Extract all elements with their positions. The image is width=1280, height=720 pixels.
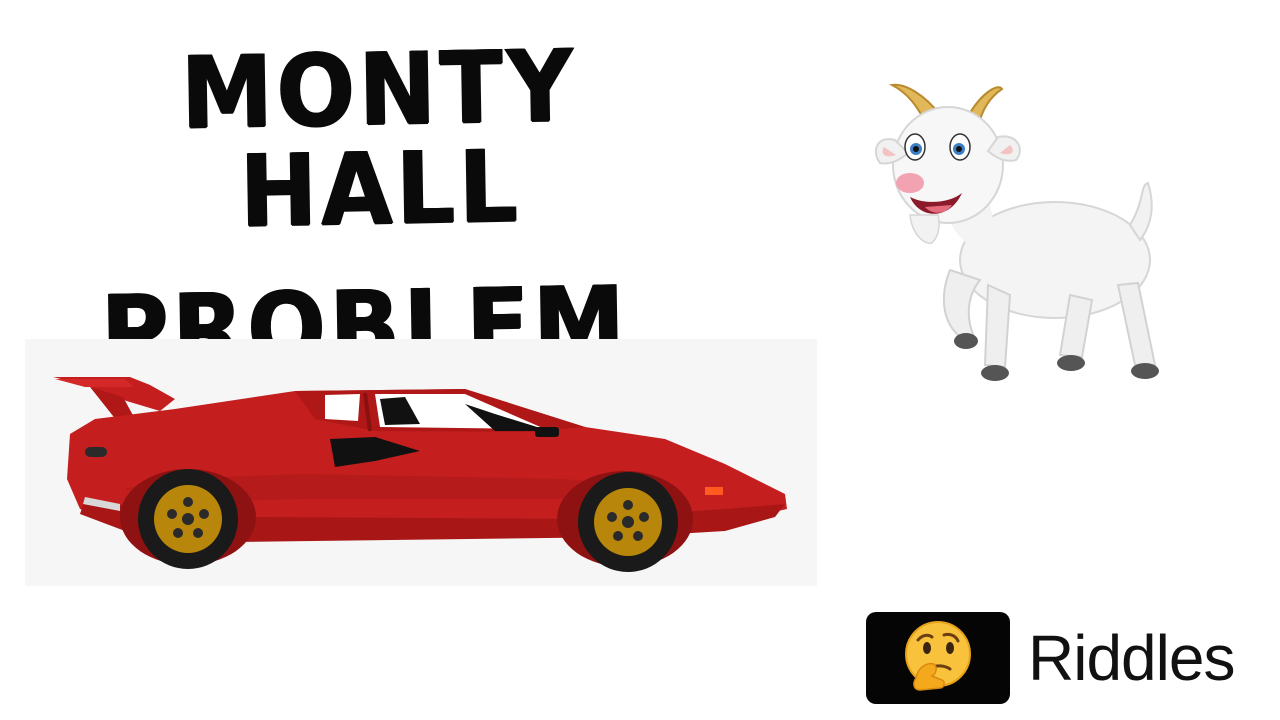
thinking-face-emoji-icon xyxy=(905,621,971,691)
title-line-1: MONTY HALL xyxy=(180,28,579,250)
riddles-badge xyxy=(866,612,1010,704)
riddles-label: Riddles xyxy=(1028,622,1235,694)
goat-icon xyxy=(874,83,1159,381)
page-title: MONTY HALL PROBLEM xyxy=(40,28,720,390)
sports-car-icon xyxy=(53,377,787,572)
car-illustration-panel xyxy=(25,339,817,586)
